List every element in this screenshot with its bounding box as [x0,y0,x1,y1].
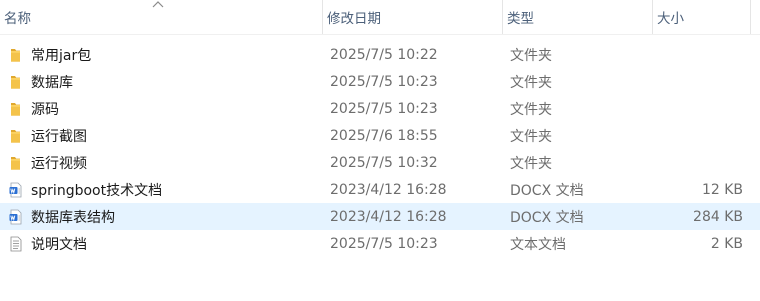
column-header-type[interactable]: 类型 [503,0,653,34]
file-type: 文件夹 [510,101,552,118]
file-name: 数据库 [31,74,73,91]
folder-icon [11,48,20,62]
file-row[interactable]: 运行截图 2025/7/6 18:55 文件夹 [0,122,760,149]
file-name: 运行截图 [31,128,87,145]
file-type: DOCX 文档 [510,209,584,226]
file-name-cell: springboot技术文档 [0,176,323,203]
file-size [653,95,743,122]
file-date: 2025/7/6 18:55 [330,127,438,144]
file-name-cell: 说明文档 [0,230,323,257]
file-type: 文件夹 [510,74,552,91]
file-size: 284 KB [693,208,743,225]
file-size [653,41,743,68]
column-header-name[interactable]: 名称 [0,0,323,34]
file-row[interactable]: 源码 2025/7/5 10:23 文件夹 [0,95,760,122]
file-row[interactable]: springboot技术文档 2023/4/12 16:28 DOCX 文档 1… [0,176,760,203]
word-document-icon [9,182,22,197]
file-name: 常用jar包 [31,47,92,64]
column-header-date-label: 修改日期 [327,11,381,27]
file-name-cell: 运行截图 [0,122,323,149]
file-size [653,122,743,149]
file-name: 运行视频 [31,155,87,172]
file-name: 源码 [31,101,59,118]
column-header-name-label: 名称 [4,11,31,27]
word-document-icon [9,209,22,224]
file-date: 2023/4/12 16:28 [330,208,447,225]
column-header-type-label: 类型 [507,11,534,27]
file-type: 文件夹 [510,155,552,172]
file-row[interactable]: 常用jar包 2025/7/5 10:22 文件夹 [0,41,760,68]
file-name-cell: 数据库 [0,68,323,95]
file-date: 2025/7/5 10:22 [330,46,438,63]
file-list: 常用jar包 2025/7/5 10:22 文件夹 数据库 2025/7/5 1… [0,41,760,257]
file-date: 2023/4/12 16:28 [330,181,447,198]
folder-icon [11,156,20,170]
file-name-cell: 常用jar包 [0,41,323,68]
column-header-date[interactable]: 修改日期 [323,0,503,34]
file-date: 2025/7/5 10:23 [330,235,438,252]
file-type: 文本文档 [510,236,566,253]
file-name-cell: 数据库表结构 [0,203,323,230]
file-row[interactable]: 运行视频 2025/7/5 10:32 文件夹 [0,149,760,176]
file-type: 文件夹 [510,47,552,64]
file-name: 说明文档 [31,236,87,253]
file-row[interactable]: 说明文档 2025/7/5 10:23 文本文档 2 KB [0,230,760,257]
text-document-icon [10,236,22,251]
folder-icon [11,75,20,89]
folder-icon [11,102,20,116]
file-name: 数据库表结构 [31,209,115,226]
file-name-cell: 源码 [0,95,323,122]
file-date: 2025/7/5 10:23 [330,73,438,90]
column-header-bar: 名称 修改日期 类型 大小 [0,0,760,35]
column-header-size-label: 大小 [657,11,684,27]
file-name: springboot技术文档 [31,182,163,199]
file-type: 文件夹 [510,128,552,145]
sort-ascending-icon [152,1,164,8]
file-date: 2025/7/5 10:23 [330,100,438,117]
file-size [653,68,743,95]
file-size: 2 KB [710,235,743,252]
file-size [653,149,743,176]
folder-icon [11,129,20,143]
file-explorer-window: 名称 修改日期 类型 大小 常用jar包 2025/7/5 10:22 文件夹 … [0,0,760,301]
file-row[interactable]: 数据库 2025/7/5 10:23 文件夹 [0,68,760,95]
file-row[interactable]: 数据库表结构 2023/4/12 16:28 DOCX 文档 284 KB [0,203,760,230]
file-name-cell: 运行视频 [0,149,323,176]
file-date: 2025/7/5 10:32 [330,154,438,171]
file-size: 12 KB [701,181,743,198]
file-type: DOCX 文档 [510,182,584,199]
column-header-size[interactable]: 大小 [653,0,751,34]
